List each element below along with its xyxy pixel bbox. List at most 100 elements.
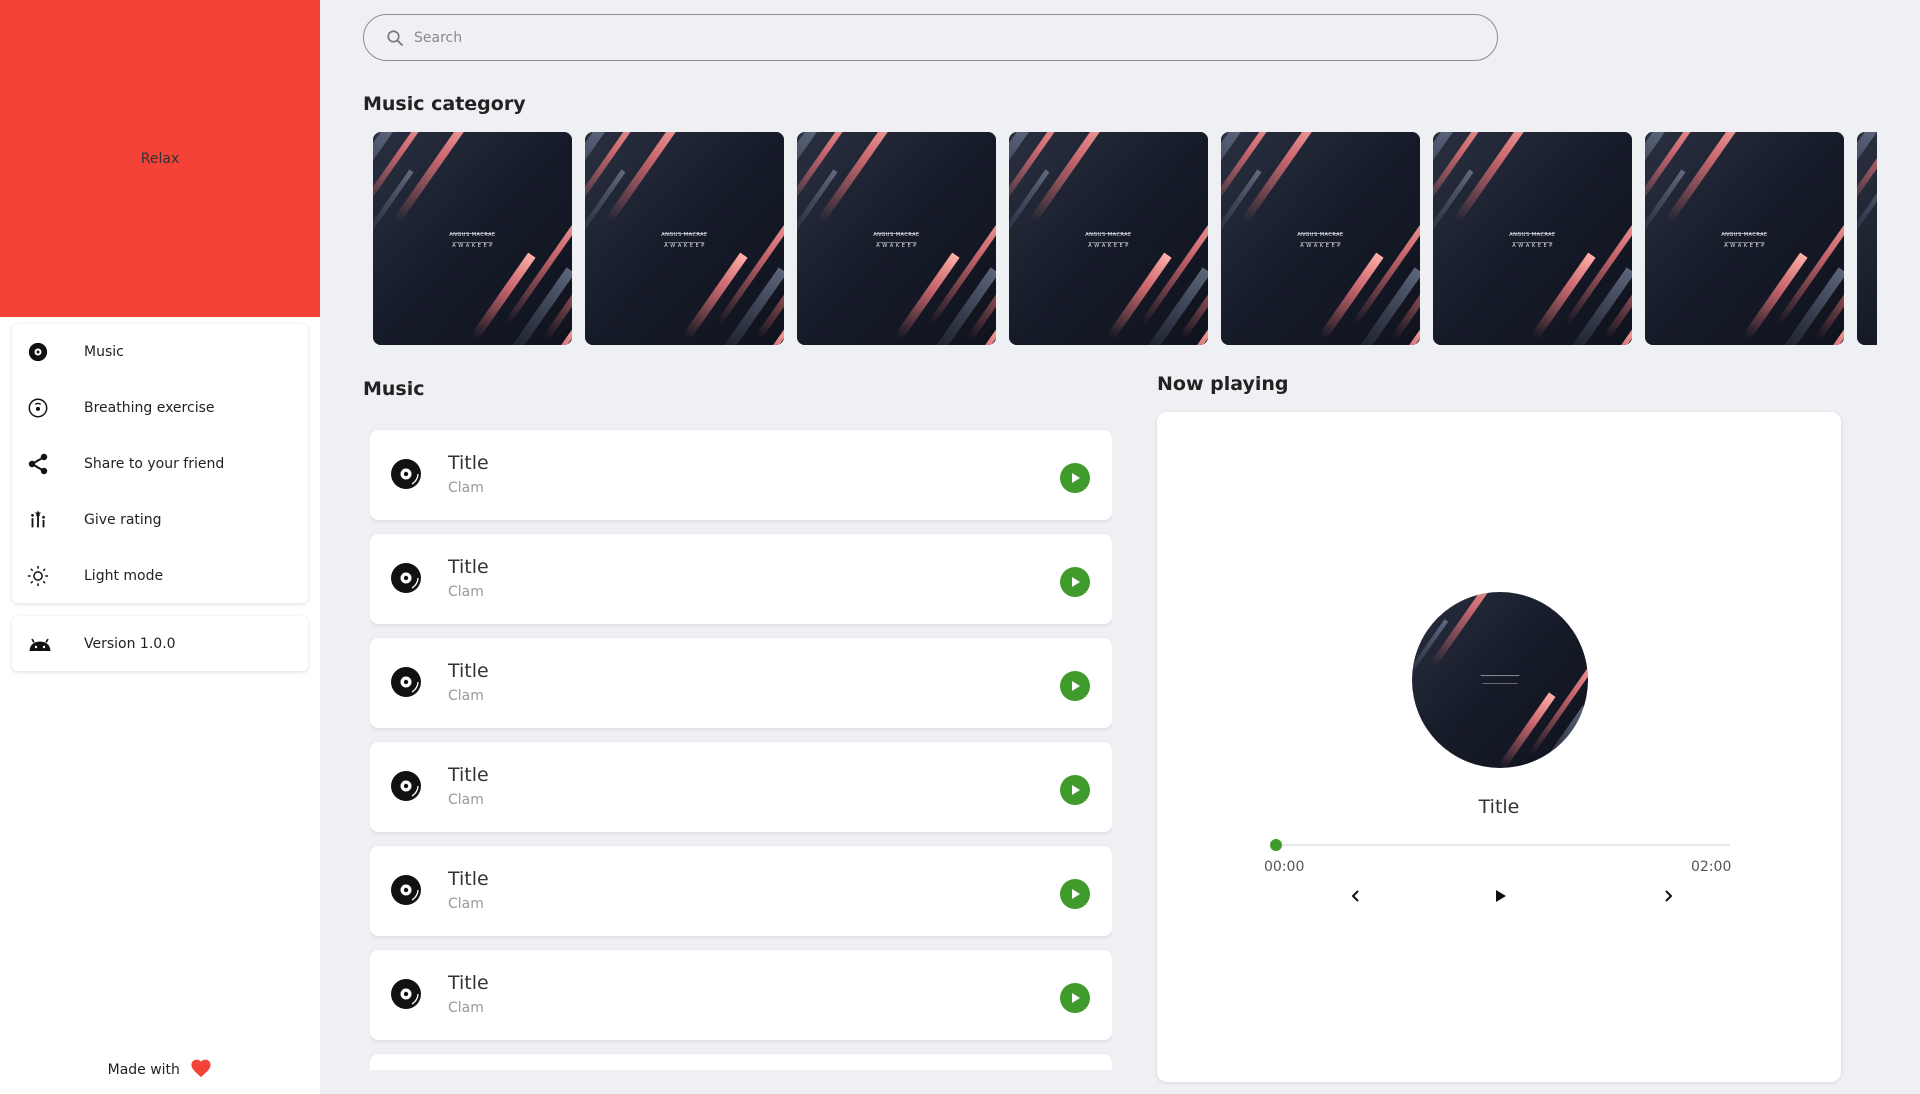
category-card[interactable]: ANGUS MACRAEA W A K E E P	[585, 132, 784, 345]
track-subtitle: Clam	[448, 896, 484, 912]
vinyl-icon	[391, 771, 421, 801]
play-pause-button[interactable]	[1486, 882, 1514, 910]
album-text: ANGUS MACRAEA W A K E E P	[873, 232, 920, 249]
vinyl-icon	[391, 459, 421, 489]
previous-button[interactable]	[1342, 882, 1370, 910]
chevron-right-icon	[1665, 890, 1673, 902]
album-text: ANGUS MACRAEA W A K E E P	[1509, 232, 1556, 249]
sidebar-item-label: Light mode	[84, 568, 164, 584]
track-item[interactable]: Title Clam	[370, 430, 1112, 520]
progress-knob[interactable]	[1270, 839, 1282, 851]
track-subtitle: Clam	[448, 688, 484, 704]
music-list[interactable]: Title Clam Title Clam Title Clam Title C…	[370, 426, 1112, 1070]
now-playing-title: Title	[1478, 796, 1520, 818]
track-subtitle: Clam	[448, 792, 484, 808]
sidebar-item-label: Give rating	[84, 512, 162, 528]
category-card[interactable]: ANGUS MACRAEA W A K E E P	[797, 132, 996, 345]
album-text: ANGUS MACRAEA W A K E E P	[1085, 232, 1132, 249]
music-category-heading: Music category	[363, 93, 526, 115]
track-subtitle: Clam	[448, 480, 484, 496]
track-item[interactable]: Title Clam	[370, 950, 1112, 1040]
play-icon	[1072, 785, 1080, 795]
category-card[interactable]: ANGUS MACRAEA W A K E E P	[373, 132, 572, 345]
app-title: Relax	[140, 150, 180, 167]
sidebar: Relax Music Breathing exercise Share to …	[0, 0, 320, 1094]
search-icon	[386, 29, 404, 47]
play-icon	[1072, 577, 1080, 587]
album-text: ANGUS MACRAEA W A K E E P	[449, 232, 496, 249]
track-item[interactable]: Title Clam	[370, 742, 1112, 832]
category-card[interactable]: ANGUS MACRAEA W A K E E P	[1009, 132, 1208, 345]
sun-icon	[26, 564, 50, 588]
category-card[interactable]: ANGUS MACRAEA W A K E E P	[1221, 132, 1420, 345]
version-label: Version 1.0.0	[84, 635, 176, 652]
track-title: Title	[448, 452, 489, 474]
android-icon	[28, 632, 52, 656]
now-playing-heading: Now playing	[1157, 373, 1289, 395]
album-text: ANGUS MACRAEA W A K E E P	[1297, 232, 1344, 249]
track-title: Title	[448, 972, 489, 994]
play-icon	[1496, 890, 1506, 902]
search-bar[interactable]	[363, 14, 1498, 61]
rating-icon	[26, 508, 50, 532]
play-icon	[1072, 681, 1080, 691]
category-carousel[interactable]: ANGUS MACRAE A W A K E E P ANGUS MACRAE A …	[373, 132, 1877, 345]
track-item[interactable]: Title Clam	[370, 846, 1112, 936]
footer-label: Made with	[107, 1062, 180, 1078]
progress-track	[1270, 844, 1730, 846]
category-card[interactable]: ANGUS MACRAEA W A K E E P	[1857, 132, 1877, 345]
track-title: Title	[448, 764, 489, 786]
sidebar-item-label: Music	[84, 344, 124, 360]
next-button[interactable]	[1654, 882, 1682, 910]
sidebar-item-light-mode[interactable]: Light mode	[12, 548, 308, 604]
sidebar-item-label: Share to your friend	[84, 456, 225, 472]
vinyl-icon	[391, 875, 421, 905]
category-card[interactable]: ANGUS MACRAEA W A K E E P	[1645, 132, 1844, 345]
album-text: ANGUS MACRAEA W A K E E P	[1857, 230, 1877, 252]
breathing-icon	[26, 396, 50, 420]
vinyl-icon	[391, 979, 421, 1009]
track-title: Title	[448, 660, 489, 682]
app-banner: Relax	[0, 0, 320, 317]
track-item[interactable]	[370, 1054, 1112, 1070]
track-item[interactable]: Title Clam	[370, 534, 1112, 624]
share-icon	[26, 452, 50, 476]
sidebar-item-breathing[interactable]: Breathing exercise	[12, 380, 308, 436]
sidebar-item-music[interactable]: Music	[12, 324, 308, 380]
play-button[interactable]	[1060, 463, 1090, 493]
now-playing-card: Title 00:00 02:00	[1157, 412, 1841, 1082]
track-subtitle: Clam	[448, 584, 484, 600]
play-button[interactable]	[1060, 983, 1090, 1013]
track-item[interactable]: Title Clam	[370, 638, 1112, 728]
sidebar-item-label: Breathing exercise	[84, 400, 215, 416]
current-time: 00:00	[1264, 859, 1305, 875]
album-text: ANGUS MACRAEA W A K E E P	[661, 232, 708, 249]
vinyl-icon	[391, 667, 421, 697]
play-button[interactable]	[1060, 879, 1090, 909]
play-icon	[1072, 889, 1080, 899]
album-cover	[1412, 592, 1588, 768]
version-card: Version 1.0.0	[12, 616, 308, 671]
play-button[interactable]	[1060, 671, 1090, 701]
play-icon	[1072, 993, 1080, 1003]
track-title: Title	[448, 556, 489, 578]
search-input[interactable]	[414, 25, 1314, 51]
album-text: ANGUS MACRAEA W A K E E P	[1721, 232, 1768, 249]
footer: Made with	[0, 1058, 320, 1078]
sidebar-item-share[interactable]: Share to your friend	[12, 436, 308, 492]
chevron-left-icon	[1351, 890, 1359, 902]
track-subtitle: Clam	[448, 1000, 484, 1016]
total-time: 02:00	[1691, 859, 1732, 875]
play-button[interactable]	[1060, 775, 1090, 805]
progress-slider[interactable]	[1270, 838, 1730, 852]
category-card[interactable]: ANGUS MACRAEA W A K E E P	[1433, 132, 1632, 345]
heart-icon	[190, 1058, 212, 1078]
sidebar-menu: Music Breathing exercise Share to your f…	[12, 324, 308, 603]
track-title: Title	[448, 868, 489, 890]
play-button[interactable]	[1060, 567, 1090, 597]
sidebar-item-rating[interactable]: Give rating	[12, 492, 308, 548]
play-icon	[1072, 473, 1080, 483]
disc-icon	[26, 340, 50, 364]
vinyl-icon	[391, 563, 421, 593]
now-playing-cover	[1412, 592, 1588, 768]
